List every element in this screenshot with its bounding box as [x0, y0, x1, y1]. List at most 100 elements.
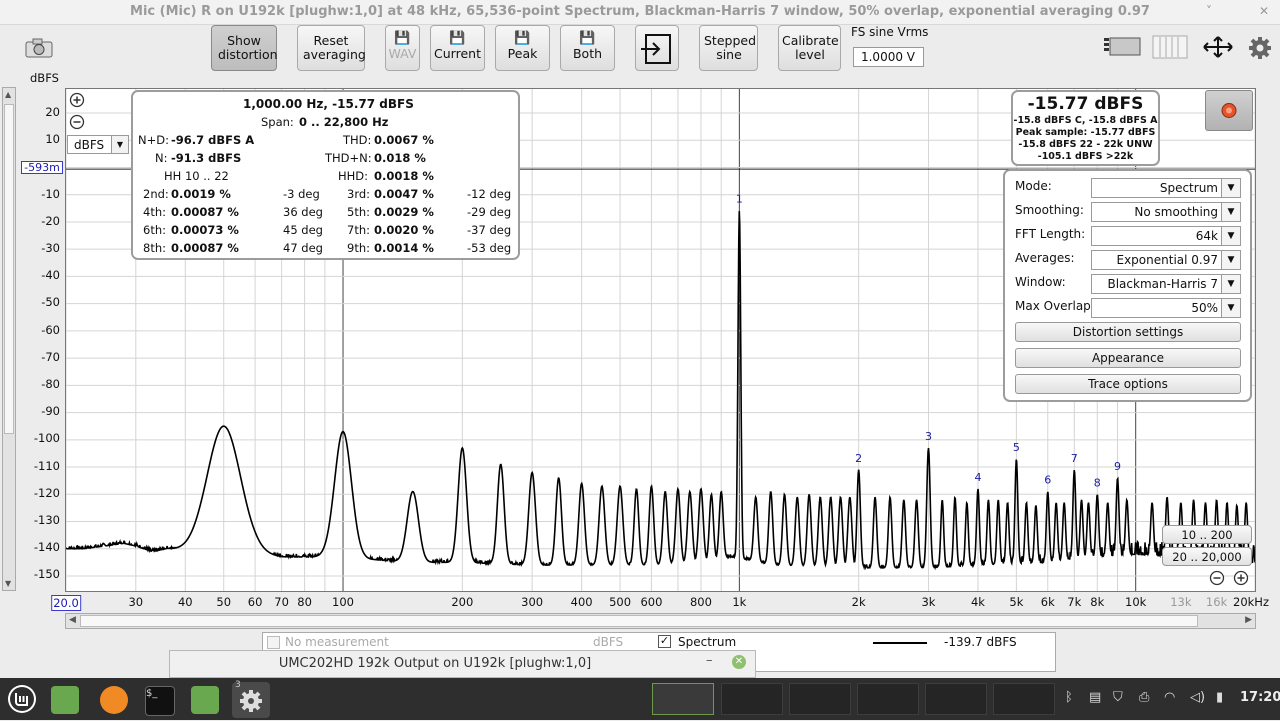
setting-label: Max Overlap:	[1015, 299, 1095, 313]
y-tick-label: -130	[33, 513, 60, 527]
shield-icon[interactable]: ⛉	[1113, 690, 1123, 705]
setting-select[interactable]: No smoothing ▼	[1091, 202, 1241, 222]
setting-value: 50%	[1191, 301, 1218, 315]
hhd-value: 0.0018 %	[374, 169, 434, 183]
harmonic-value: 0.00087 %	[171, 205, 239, 219]
subwindow-close-icon[interactable]: ✕	[732, 655, 746, 669]
x-zoom-out-icon[interactable]	[1209, 570, 1225, 586]
reset-averaging-button[interactable]: Reset averaging	[297, 25, 366, 71]
x-tick-label: 100	[332, 595, 354, 609]
y-tick-label: -140	[33, 540, 60, 555]
wifi-icon[interactable]: ◠	[1164, 690, 1175, 705]
span-label: Span:	[261, 115, 294, 129]
chevron-down-icon: ▼	[1221, 227, 1240, 245]
workspace-2[interactable]	[721, 683, 783, 715]
x-tick-label: 500	[609, 595, 632, 609]
harmonic-value: 0.0019 %	[171, 187, 231, 201]
record-button[interactable]	[1205, 90, 1253, 131]
x-tick-label: 7k	[1067, 595, 1082, 609]
workspace-1[interactable]	[652, 683, 714, 715]
level-meter-panel: -15.77 dBFS -15.8 dBFS C, -15.8 dBFS A P…	[1011, 90, 1160, 166]
distortion-panel: 1,000.00 Hz, -15.77 dBFS Span: 0 .. 22,8…	[131, 90, 520, 260]
harmonic-value: 0.00073 %	[171, 223, 239, 237]
firefox-icon[interactable]	[100, 686, 128, 714]
x-tick-label: 60	[247, 595, 263, 609]
calibrate-level-button[interactable]: Calibrate level	[778, 25, 841, 71]
x-tick-label[interactable]: 20.0	[51, 595, 81, 611]
hh-label: HH 10 .. 22	[164, 169, 229, 183]
camera-icon[interactable]	[24, 37, 54, 59]
fullscreen-icon[interactable]	[1200, 35, 1236, 59]
horizontal-scrollbar[interactable]: ◀ ▶	[65, 613, 1256, 629]
clock: 17:20	[1240, 690, 1280, 705]
window-titlebar: Mic (Mic) R on U192k [plughw:1,0] at 48 …	[0, 0, 1280, 25]
save-icon: 💾	[514, 31, 531, 46]
show-distortion-button[interactable]: Show distortion	[211, 25, 278, 71]
layout-icon[interactable]	[1103, 35, 1141, 57]
fundamental-readout: 1,000.00 Hz, -15.77 dBFS	[243, 97, 414, 111]
zoom-out-icon[interactable]	[69, 114, 85, 130]
scroll-up-icon[interactable]: ▲	[5, 90, 11, 99]
y-offset-marker[interactable]: -593m	[21, 161, 63, 174]
chevron-down-icon: ▼	[1221, 179, 1240, 197]
files-icon[interactable]	[51, 686, 79, 714]
chevron-down-icon: ▼	[1221, 203, 1240, 221]
harmonic-marker-label: 9	[1114, 460, 1121, 473]
range-20-20000-button[interactable]: 20 .. 20,000	[1162, 547, 1252, 566]
minimize-button[interactable]: ˅	[1201, 3, 1217, 19]
trace-options-button[interactable]: Trace options	[1015, 374, 1241, 394]
battery-icon[interactable]: ▮	[1216, 690, 1223, 705]
volume-icon[interactable]: ◁)	[1190, 690, 1205, 705]
spectrum-checkbox[interactable]: ✓	[658, 635, 671, 648]
workspace-3[interactable]	[789, 683, 851, 715]
harmonic-phase: -37 deg	[467, 223, 512, 237]
nd-value: -96.7 dBFS A	[171, 133, 255, 147]
setting-select[interactable]: Spectrum ▼	[1091, 178, 1241, 198]
scroll-right-icon[interactable]: ▶	[1245, 615, 1252, 625]
x-zoom-in-icon[interactable]	[1233, 570, 1249, 586]
save-peak-button[interactable]: 💾 Peak	[495, 25, 550, 71]
harmonic-marker-label: 7	[1071, 452, 1078, 465]
setting-select[interactable]: 50% ▼	[1091, 298, 1241, 318]
scroll-left-icon[interactable]: ◀	[69, 615, 76, 625]
distortion-settings-button[interactable]: Distortion settings	[1015, 322, 1241, 342]
clipboard-icon[interactable]: ▤	[1089, 690, 1101, 705]
setting-label: Averages:	[1015, 251, 1075, 265]
gear-icon[interactable]	[1248, 36, 1272, 60]
setting-select[interactable]: 64k ▼	[1091, 226, 1241, 246]
close-button[interactable]: ✕	[1256, 3, 1272, 19]
printer-icon[interactable]: ⎙	[1139, 690, 1149, 705]
zoom-in-icon[interactable]	[69, 92, 85, 108]
x-tick-label: 40	[177, 595, 193, 609]
setting-select[interactable]: Blackman-Harris 7 ▼	[1091, 274, 1241, 294]
setting-value: Exponential 0.97	[1116, 253, 1219, 267]
x-tick-label: 4k	[970, 595, 985, 609]
unit-select[interactable]: dBFS ▼	[67, 135, 129, 154]
save-current-button[interactable]: 💾 Current	[430, 25, 485, 71]
bluetooth-icon[interactable]: ᛒ	[1065, 690, 1073, 705]
harmonic-marker-label: 3	[925, 430, 932, 443]
workspace-5[interactable]	[925, 683, 987, 715]
range-10-200-button[interactable]: 10 .. 200	[1162, 525, 1252, 544]
output-subwindow[interactable]: UMC202HD 192k Output on U192k [plughw:1,…	[169, 650, 756, 678]
appearance-button[interactable]: Appearance	[1015, 348, 1241, 368]
h-scrollbar-thumb[interactable]	[80, 615, 1198, 627]
save-both-button[interactable]: 💾 Both	[560, 25, 615, 71]
signal-generator-button[interactable]	[635, 25, 679, 71]
y-tick-label: -110	[33, 458, 60, 473]
save-icon: 💾	[394, 31, 411, 46]
stepped-sine-button[interactable]: Stepped sine	[699, 25, 758, 71]
x-tick-label: 400	[570, 595, 593, 609]
terminal-icon[interactable]: $_	[145, 686, 175, 716]
workspace-4[interactable]	[857, 683, 919, 715]
mint-menu-icon[interactable]	[7, 684, 37, 714]
fs-sine-input[interactable]: 1.0000 V	[853, 47, 924, 67]
setting-select[interactable]: Exponential 0.97 ▼	[1091, 250, 1241, 270]
subwindow-minimize-button[interactable]: –	[706, 653, 713, 668]
folder-icon[interactable]	[191, 686, 219, 714]
workspace-6[interactable]	[993, 683, 1055, 715]
wav-button[interactable]: 💾 WAV	[385, 25, 420, 71]
columns-icon[interactable]	[1152, 35, 1188, 59]
y-tick-label: -10	[41, 186, 60, 201]
no-measurement-checkbox[interactable]	[267, 636, 280, 649]
